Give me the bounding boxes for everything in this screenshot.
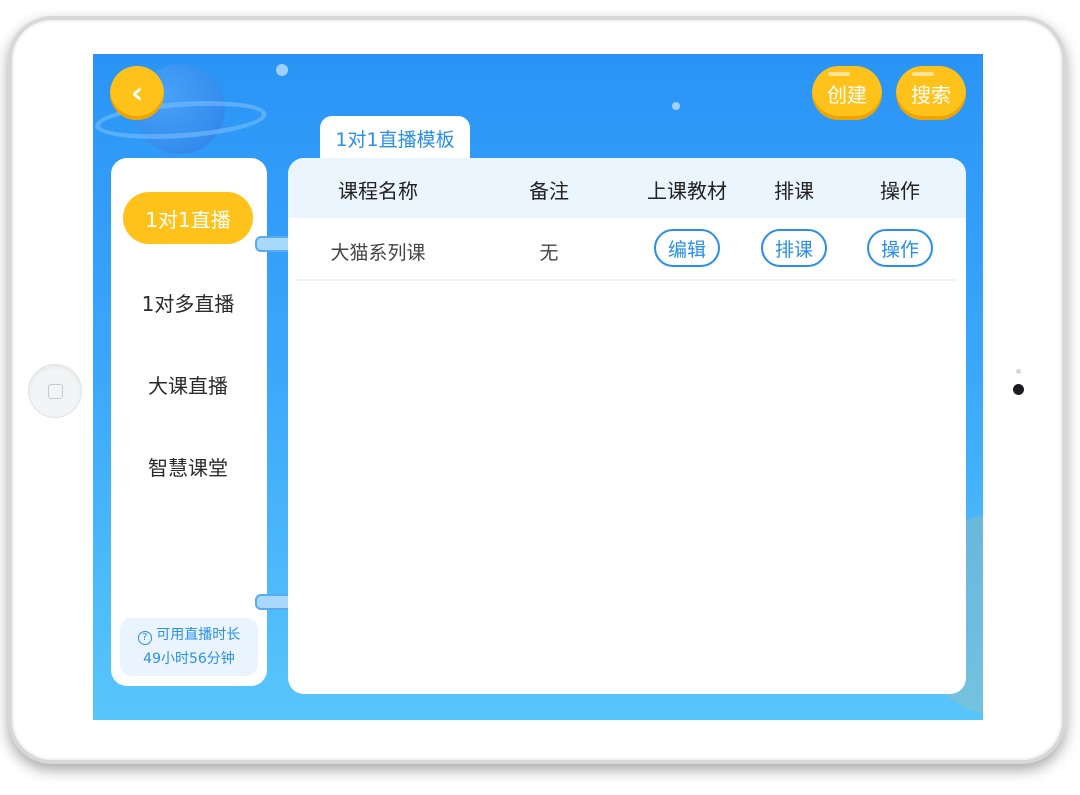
duration-value: 49小时56分钟 <box>143 651 235 667</box>
star-decoration <box>276 64 288 76</box>
column-header-operation: 操作 <box>880 179 920 203</box>
row-divider <box>296 279 956 281</box>
sidebar-item-1v1-live[interactable]: 1对1直播 <box>123 192 253 244</box>
column-header-note: 备注 <box>529 179 569 203</box>
sidebar-item-label: 智慧课堂 <box>148 455 228 480</box>
column-header-material: 上课教材 <box>647 179 727 203</box>
edit-material-button[interactable]: 编辑 <box>654 229 720 267</box>
search-button-label: 搜索 <box>911 82 951 107</box>
sidebar-item-label: 1对1直播 <box>145 207 231 232</box>
app-screen: ‹ 创建 搜索 1对1直播模板 1对1直播 1对多直播 大课直播 智慧课堂 ? … <box>93 54 983 720</box>
sidebar-item-label: 1对多直播 <box>141 291 235 316</box>
sensor-dot <box>1016 369 1021 374</box>
sidebar-item-smart-classroom[interactable]: 智慧课堂 <box>123 440 253 492</box>
schedule-button[interactable]: 排课 <box>761 229 827 267</box>
cell-note: 无 <box>539 242 559 264</box>
back-button[interactable]: ‹ <box>110 66 164 120</box>
operation-button[interactable]: 操作 <box>867 229 933 267</box>
column-header-schedule: 排课 <box>774 179 814 203</box>
question-circle-icon[interactable]: ? <box>137 631 152 645</box>
create-button-label: 创建 <box>827 82 867 107</box>
sidebar: 1对1直播 1对多直播 大课直播 智慧课堂 ? 可用直播时长 49小时56分钟 <box>111 158 267 686</box>
course-table-panel: 课程名称 备注 上课教材 排课 操作 大猫系列课 无 编辑 排课 操作 <box>288 158 966 694</box>
star-decoration <box>672 102 680 110</box>
tab-1v1-template[interactable]: 1对1直播模板 <box>320 116 470 160</box>
available-duration-box: ? 可用直播时长 49小时56分钟 <box>120 618 258 676</box>
sidebar-item-label: 大课直播 <box>148 373 228 398</box>
cell-course-name: 大猫系列课 <box>330 242 426 264</box>
chevron-left-icon: ‹ <box>130 75 144 111</box>
search-button[interactable]: 搜索 <box>896 66 966 120</box>
tab-label: 1对1直播模板 <box>335 128 455 151</box>
camera-icon <box>1013 384 1024 395</box>
sidebar-item-large-class[interactable]: 大课直播 <box>123 358 253 410</box>
column-header-course-name: 课程名称 <box>338 179 418 203</box>
duration-title: 可用直播时长 <box>156 627 241 643</box>
sidebar-item-1vn-live[interactable]: 1对多直播 <box>123 276 253 328</box>
home-button[interactable] <box>28 364 82 418</box>
create-button[interactable]: 创建 <box>812 66 882 120</box>
